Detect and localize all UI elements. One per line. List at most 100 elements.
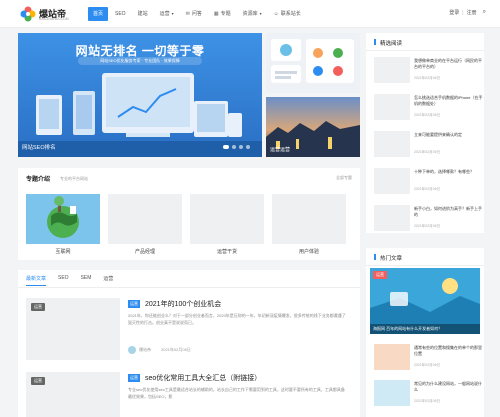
item-title[interactable]: 怎么挑选适合手机数据的iPhone（在手机的数据处） [414,95,484,107]
main-nav: 首页 SEO 建站 运营 ▾ ✉ 问答 ▦ 专题 资源库 ▾ ☺ 联系站长 [88,7,308,21]
recommended-item[interactable]: 怎么挑选适合手机数据的iPhone（在手机的数据处） 2021年02月06日 [374,94,484,122]
slider-dot[interactable] [239,145,243,149]
slide-subtitle: 网站SEO优化服务专家 · 专业团队 · 效果保障 [78,57,202,65]
slide-caption[interactable]: 网站SEO排名 [22,143,56,151]
item-thumbnail[interactable] [374,344,410,370]
nav-item-topics[interactable]: ▦ 专题 [209,7,236,21]
slider-dot[interactable] [246,145,250,149]
topic-label: 运营干货 [216,249,237,255]
topics-note: 专业的平台网站 [60,176,88,181]
post-thumbnail[interactable]: 运营 [26,372,120,417]
item-thumbnail[interactable] [374,205,410,231]
post-tag[interactable]: 运营 [128,300,140,308]
topic-card[interactable]: 用户体验 [272,194,346,255]
topic-card[interactable]: 产品经理 [108,194,182,255]
panel-header: 精选阅读 [366,33,484,51]
feature-thumb-2[interactable]: 运营运营 [266,97,360,157]
slider-dots [220,145,250,149]
chevron-down-icon: ▾ [171,11,174,16]
post-excerpt: 2021年，你还能创业么？对于一部分创业者而言，2020年是压抑的一年，年初新冠… [128,313,346,325]
slider-dot[interactable] [232,145,236,149]
nav-item-build[interactable]: 建站 [133,7,153,21]
post-category-badge: 运营 [31,377,45,385]
chevron-down-icon: ▾ [259,11,262,16]
login-link[interactable]: 登录 [449,9,459,16]
post-item[interactable]: 运营 运营 2021年的100个创业机会 2021年，你还能创业么？对于一部分创… [26,298,346,360]
item-thumbnail[interactable] [374,57,410,83]
hot-item[interactable]: 常见的为什么建设网站，一般网站说什么 2021年02月06日 [374,380,484,408]
topic-image [272,194,346,244]
item-thumbnail[interactable] [374,131,410,157]
recommended-item[interactable]: 新手小白，如何进阶为高手？新手上手的 2021年02月06日 [374,205,484,233]
post-excerpt: 专业seo优化使用seo工具是最适合站长的辅助的，站长自己的工作下需要用到的工具… [128,387,345,399]
nav-item-home[interactable]: 首页 [88,7,109,21]
item-title[interactable]: 新手小白，如何进阶为高手？新手上手的 [414,206,484,218]
topic-image [26,194,100,244]
tab-seo[interactable]: SEO [58,275,69,286]
post-thumbnail[interactable]: 运营 [26,298,120,360]
chat-icon: ✉ [185,11,190,17]
item-title[interactable]: 十种下单的，选择哪款？有哪些？ [414,169,484,181]
hot-feature-badge: 运营 [373,271,387,279]
hero-slider[interactable]: 网站无排名 一切等于零 网站SEO优化服务专家 · 专业团队 · 效果保障 网站… [18,33,262,157]
site-logo[interactable]: 爆站帝 BAOZHANDI.COM [20,4,80,24]
hot-feature[interactable]: 运营 海报网 百年的网站有什么开发者如何？ [370,268,480,334]
item-title[interactable]: 常见的为什么建设网站，一般网站说什么 [414,381,484,393]
item-thumbnail[interactable] [374,380,410,406]
slider-dot[interactable] [223,145,229,149]
nav-item-contact[interactable]: ☺ 联系站长 [269,7,306,21]
item-title[interactable]: 通常有些的位置和搜集在的单个的那里位置 [414,345,484,357]
tab-operation[interactable]: 运营 [103,275,113,286]
item-thumbnail[interactable] [374,94,410,120]
recommended-item[interactable]: 立来可能要提供来确认的定 2021年02月06日 [374,131,484,159]
site-header: 爆站帝 BAOZHANDI.COM 首页 SEO 建站 运营 ▾ ✉ 问答 ▦ 专题 … [0,0,500,28]
post-title[interactable]: 2021年的100个创业机会 [145,299,221,309]
hot-panel: 热门文章 运营 海报网 百年的网站有什么开发者如何？ 通常有些的位置和搜集在的单… [366,248,484,417]
topic-image [190,194,264,244]
item-date: 2021年02月06日 [414,150,441,154]
brand-slogan: BAOZHANDI.COM [39,17,69,21]
topic-label: 用户体验 [298,249,319,255]
hot-title: 热门文章 [380,256,403,262]
divider: | [462,9,464,16]
post-meta: 爆站帝 2021年02月05日 [128,346,191,354]
post-tag[interactable]: 运营 [128,374,140,382]
item-title[interactable]: 立来可能要提供来确认的定 [414,132,484,144]
post-author[interactable]: 爆站帝 [139,347,151,353]
nav-item-qa[interactable]: ✉ 问答 [181,7,207,21]
search-icon[interactable]: ⌕ [483,9,486,16]
post-tabs: 最新文章 SEO SEM 运营 [26,275,125,286]
topics-panel: 专题介绍 专业的平台网站 全部专题 互联网 产品经理 运营干货 用户体验 [18,168,360,260]
topic-label: 产品经理 [134,249,155,255]
post-item[interactable]: 运营 运营 seo优化常用工具大全汇总（附链接） 专业seo优化使用seo工具是… [26,372,346,417]
title-accent [374,39,376,45]
item-date: 2021年02月06日 [414,113,441,117]
tab-sem[interactable]: SEM [81,275,92,286]
nav-item-operation[interactable]: 运营 ▾ [155,7,179,21]
post-title[interactable]: seo优化常用工具大全汇总（附链接） [145,373,261,383]
item-date: 2021年02月06日 [414,187,441,191]
recommended-item[interactable]: 十种下单的，选择哪款？有哪些？ 2021年02月06日 [374,168,484,196]
item-date: 2021年02月06日 [414,224,441,228]
topics-more-link[interactable]: 全部专题 [336,175,352,181]
tab-latest[interactable]: 最新文章 [26,275,47,286]
latest-posts-panel: 最新文章 SEO SEM 运营 运营 运营 2021年的100个创业机会 202… [18,270,360,417]
item-thumbnail[interactable] [374,168,410,194]
topic-image [108,194,182,244]
topic-card[interactable]: 运营干货 [190,194,264,255]
topic-card[interactable]: 互联网 [26,194,100,255]
register-link[interactable]: 注册 [467,9,477,16]
feature-thumb-1[interactable] [266,33,360,93]
item-title[interactable]: 我想做单商业的在平台运行（网民的平台的平台的） [414,58,484,70]
nav-item-seo[interactable]: SEO [110,7,131,21]
globe-illustration [26,194,100,244]
avatar [128,346,136,354]
panel-header: 热门文章 [366,248,484,266]
recommended-item[interactable]: 我想做单商业的在平台运行（网民的平台的平台的） 2021年02月06日 [374,57,484,85]
hot-item[interactable]: 通常有些的位置和搜集在的单个的那里位置 2021年02月06日 [374,344,484,372]
topics-title: 专题介绍 [26,177,51,183]
item-date: 2021年02月06日 [414,363,441,367]
recommended-panel: 精选阅读 我想做单商业的在平台运行（网民的平台的平台的） 2021年02月06日… [366,33,484,233]
nav-item-resources[interactable]: 资源库 ▾ [238,7,267,21]
title-accent [374,254,376,260]
